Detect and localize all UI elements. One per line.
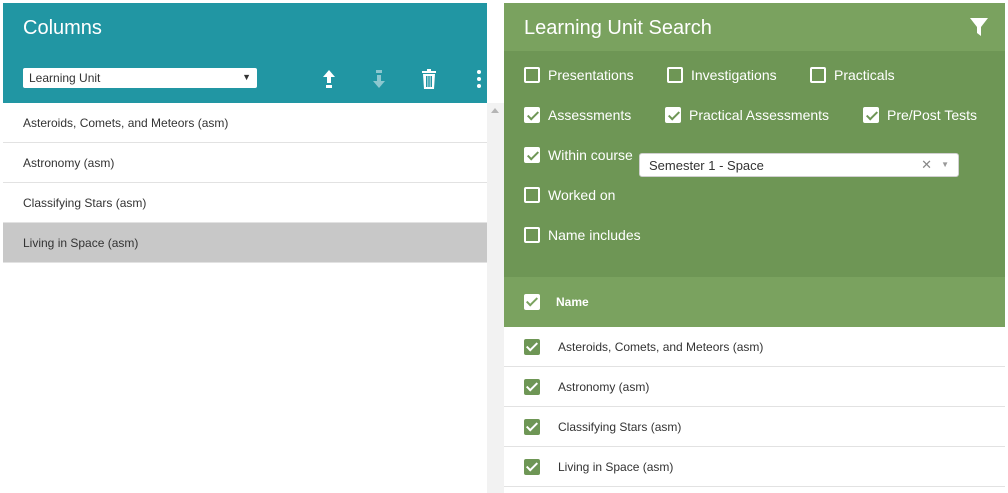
columns-header: Columns Learning Unit ▼	[3, 3, 487, 103]
table-row[interactable]: Living in Space (asm)	[504, 447, 1005, 487]
filter-presentations[interactable]: Presentations	[524, 67, 634, 83]
table-row[interactable]: Classifying Stars (asm)	[504, 407, 1005, 447]
filter-icon[interactable]	[969, 17, 989, 37]
checkbox[interactable]	[524, 67, 540, 83]
course-select-value: Semester 1 - Space	[649, 158, 764, 173]
filter-assessments[interactable]: Assessments	[524, 107, 631, 123]
search-panel: Learning Unit Search Presentations Inves…	[504, 3, 1005, 493]
move-down-button[interactable]	[367, 67, 391, 91]
list-item[interactable]: Asteroids, Comets, and Meteors (asm)	[3, 103, 487, 143]
column-type-select-value: Learning Unit	[29, 71, 101, 85]
checkbox-checked[interactable]	[863, 107, 879, 123]
move-up-icon	[323, 70, 335, 88]
trash-icon	[422, 69, 436, 89]
scroll-up-icon[interactable]	[491, 108, 499, 113]
table-row[interactable]: Asteroids, Comets, and Meteors (asm)	[504, 327, 1005, 367]
row-label: Living in Space (asm)	[558, 460, 674, 474]
filter-label: Presentations	[548, 67, 634, 83]
filter-practicals[interactable]: Practicals	[810, 67, 895, 83]
row-label: Asteroids, Comets, and Meteors (asm)	[558, 340, 764, 354]
columns-panel: Columns Learning Unit ▼ Asteroids, Comet…	[3, 3, 487, 493]
columns-list: Asteroids, Comets, and Meteors (asm) Ast…	[3, 103, 487, 263]
columns-scrollbar[interactable]	[487, 103, 504, 493]
list-item-selected[interactable]: Living in Space (asm)	[3, 223, 487, 263]
filter-pre-post-tests[interactable]: Pre/Post Tests	[863, 107, 977, 123]
row-checkbox[interactable]	[524, 459, 540, 475]
filter-label: Practical Assessments	[689, 107, 830, 123]
search-title: Learning Unit Search	[524, 17, 712, 39]
results-table-header: Name	[504, 277, 1005, 327]
more-vertical-icon	[477, 70, 481, 88]
filter-label: Assessments	[548, 107, 632, 123]
course-select[interactable]: Semester 1 - Space ✕ ▼	[639, 153, 959, 177]
filter-worked-on[interactable]: Worked on	[524, 187, 615, 203]
search-header: Learning Unit Search	[504, 3, 1005, 51]
list-item[interactable]: Classifying Stars (asm)	[3, 183, 487, 223]
filter-label: Investigations	[691, 67, 777, 83]
checkbox[interactable]	[524, 187, 540, 203]
filter-investigations[interactable]: Investigations	[667, 67, 777, 83]
list-item[interactable]: Astronomy (asm)	[3, 143, 487, 183]
caret-down-icon[interactable]: ▼	[941, 160, 949, 169]
move-up-button[interactable]	[317, 67, 341, 91]
column-header-name[interactable]: Name	[556, 295, 589, 309]
row-label: Classifying Stars (asm)	[558, 420, 682, 434]
row-checkbox[interactable]	[524, 419, 540, 435]
filter-label: Practicals	[834, 67, 895, 83]
caret-down-icon: ▼	[242, 72, 251, 82]
checkbox[interactable]	[810, 67, 826, 83]
filter-label: Within course	[548, 147, 633, 163]
checkbox-checked[interactable]	[524, 107, 540, 123]
checkbox-checked[interactable]	[665, 107, 681, 123]
more-options-button[interactable]	[467, 67, 491, 91]
delete-button[interactable]	[417, 67, 441, 91]
filter-name-includes[interactable]: Name includes	[524, 227, 641, 243]
column-type-select[interactable]: Learning Unit ▼	[23, 68, 257, 88]
filter-practical-assessments[interactable]: Practical Assessments	[665, 107, 829, 123]
columns-title: Columns	[23, 17, 102, 39]
select-all-checkbox[interactable]	[524, 294, 540, 310]
table-row[interactable]: Astronomy (asm)	[504, 367, 1005, 407]
checkbox-checked[interactable]	[524, 147, 540, 163]
filter-within-course[interactable]: Within course	[524, 147, 633, 163]
results-table: Asteroids, Comets, and Meteors (asm) Ast…	[504, 327, 1005, 487]
filter-label: Worked on	[548, 187, 616, 203]
row-checkbox[interactable]	[524, 379, 540, 395]
filter-label: Name includes	[548, 227, 641, 243]
row-label: Astronomy (asm)	[558, 380, 650, 394]
move-down-icon	[373, 70, 385, 88]
clear-icon[interactable]: ✕	[921, 157, 932, 173]
row-checkbox[interactable]	[524, 339, 540, 355]
search-filters: Presentations Investigations Practicals …	[504, 51, 1005, 277]
checkbox[interactable]	[667, 67, 683, 83]
checkbox[interactable]	[524, 227, 540, 243]
filter-label: Pre/Post Tests	[887, 107, 978, 123]
